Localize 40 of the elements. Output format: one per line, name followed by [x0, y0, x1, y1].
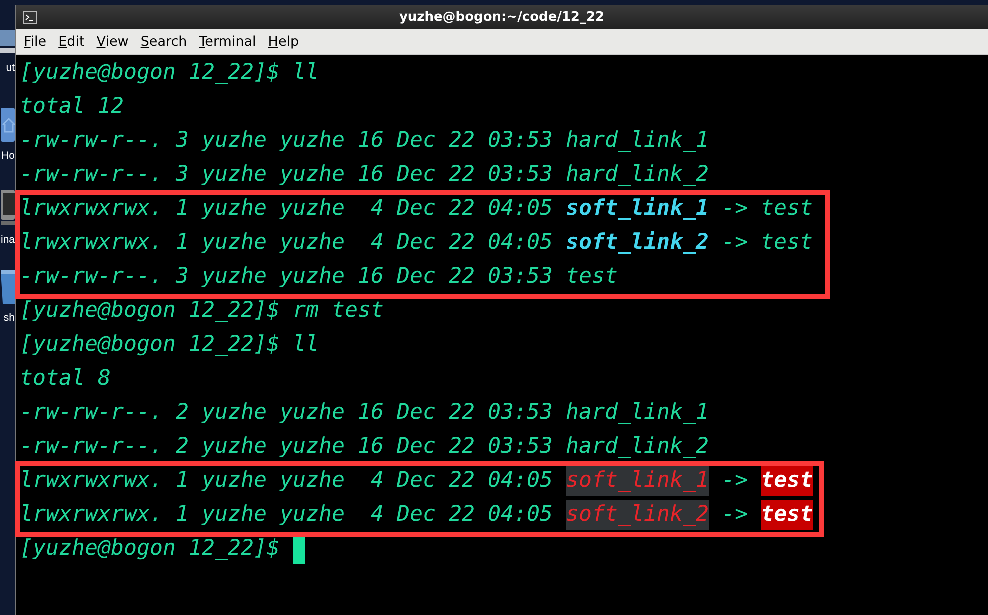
terminal-text: [yuzhe@bogon 12_22]$ rm test	[20, 297, 384, 325]
terminal-text: [yuzhe@bogon 12_22]$ ll	[20, 59, 320, 87]
terminal-text: total 12	[20, 93, 124, 121]
window-title: yuzhe@bogon:~/code/12_22	[398, 10, 606, 24]
terminal-text: ->	[721, 467, 750, 495]
trash-icon[interactable]	[1, 268, 15, 304]
desktop-icon-label[interactable]: ina	[0, 234, 15, 246]
terminal-text: -rw-rw-r--. 3 yuzhe yuzhe 16 Dec 22 03:53 hard_link_1	[20, 127, 710, 155]
menu-item[interactable]: File	[18, 34, 53, 50]
terminal-text: -rw-rw-r--. 3 yuzhe yuzhe 16 Dec 22 03:53 hard_link_2	[20, 161, 710, 189]
terminal-text: lrwxrwxrwx. 1 yuzhe yuzhe 4 Dec 22 04:05	[20, 501, 554, 529]
missing-target-name: test	[761, 500, 814, 530]
terminal-text: [yuzhe@bogon 12_22]$	[20, 535, 282, 563]
menu-item[interactable]: Help	[262, 34, 306, 50]
terminal-text: -rw-rw-r--. 2 yuzhe yuzhe 16 Dec 22 03:53 hard_link_1	[20, 399, 710, 427]
desktop-icon-label[interactable]: Ho	[2, 150, 15, 162]
text-cursor	[293, 534, 306, 564]
menu-item[interactable]: View	[90, 34, 135, 50]
terminal-icon	[23, 10, 37, 24]
terminal-text: -> test	[721, 229, 814, 257]
symlink-name: soft_link_1	[566, 195, 710, 223]
terminal-text: [yuzhe@bogon 12_22]$ ll	[20, 331, 320, 359]
terminal-text: lrwxrwxrwx. 1 yuzhe yuzhe 4 Dec 22 04:05	[20, 467, 554, 495]
menu-item[interactable]: Search	[134, 34, 194, 50]
terminal-text: -rw-rw-r--. 2 yuzhe yuzhe 16 Dec 22 03:53 hard_link_2	[20, 433, 710, 461]
menu-item[interactable]: Edit	[52, 34, 91, 50]
desktop-icon-label[interactable]: ut	[6, 62, 15, 74]
monitor-icon[interactable]	[1, 188, 15, 226]
missing-target-name: test	[761, 466, 814, 496]
menu-item[interactable]: Terminal	[193, 34, 262, 50]
symlink-name: soft_link_2	[566, 229, 710, 257]
broken-symlink-name: soft_link_2	[566, 500, 710, 530]
terminal-text: lrwxrwxrwx. 1 yuzhe yuzhe 4 Dec 22 04:05	[20, 195, 554, 223]
terminal-text: total 8	[20, 365, 112, 393]
terminal-text: -rw-rw-r--. 3 yuzhe yuzhe 16 Dec 22 03:53 test	[20, 263, 618, 291]
terminal-text: ->	[721, 501, 750, 529]
desktop-icon-label[interactable]: sh	[4, 312, 15, 324]
broken-symlink-name: soft_link_1	[566, 466, 710, 496]
terminal-text: lrwxrwxrwx. 1 yuzhe yuzhe 4 Dec 22 04:05	[20, 229, 554, 257]
terminal-text: -> test	[721, 195, 814, 223]
